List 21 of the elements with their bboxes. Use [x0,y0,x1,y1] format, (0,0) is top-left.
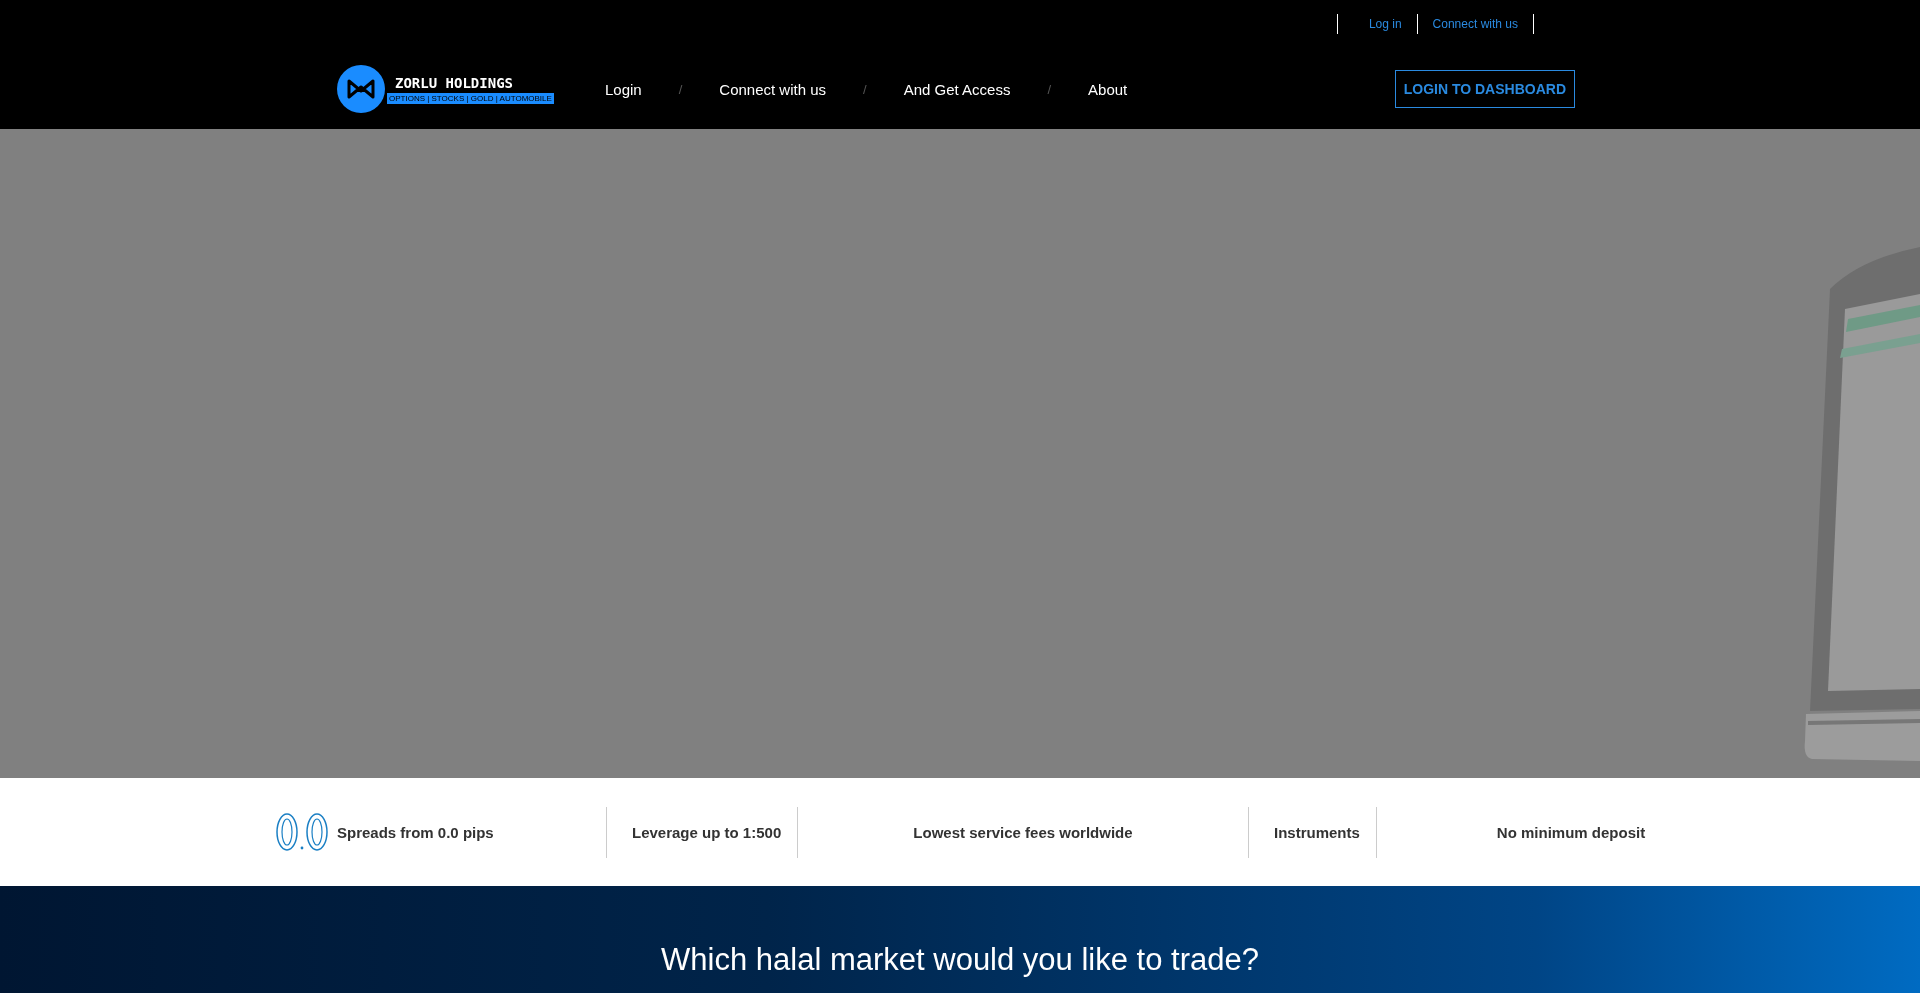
nav-link[interactable]: Login [605,80,642,98]
feature-label: Instruments [1274,823,1360,841]
dashboard-button[interactable]: LOGIN TO DASHBOARD [1394,70,1575,108]
nav-separator: / [678,81,683,97]
logo[interactable]: ZORLU HOLDINGS OPTIONS | STOCKS | GOLD | AUTOMOBILE [337,65,587,113]
double-ring-icon [275,812,329,852]
nav-link[interactable]: About [1088,80,1128,98]
feature-label: Leverage up to 1:500 [632,823,782,841]
logo-tagline: OPTIONS | STOCKS | GOLD | AUTOMOBILE [387,92,554,104]
top-link[interactable]: Log in [1336,14,1417,34]
nav-link[interactable]: And Get Access [903,80,1011,98]
top-link[interactable]: Connect with us [1416,14,1534,34]
feature-label: Lowest service fees worldwide [913,823,1133,841]
nav-separator: / [1047,81,1052,97]
nav-link[interactable]: Connect with us [719,80,827,98]
feature-label: Spreads from 0.0 pips [337,823,494,841]
feature-label: No minimum deposit [1496,823,1646,841]
logo-name: ZORLU HOLDINGS [394,74,514,91]
bow-tie-logo-icon [337,65,385,113]
markets-heading: Which halal market would you like to trade? [661,942,1259,979]
nav-separator: / [863,81,867,97]
